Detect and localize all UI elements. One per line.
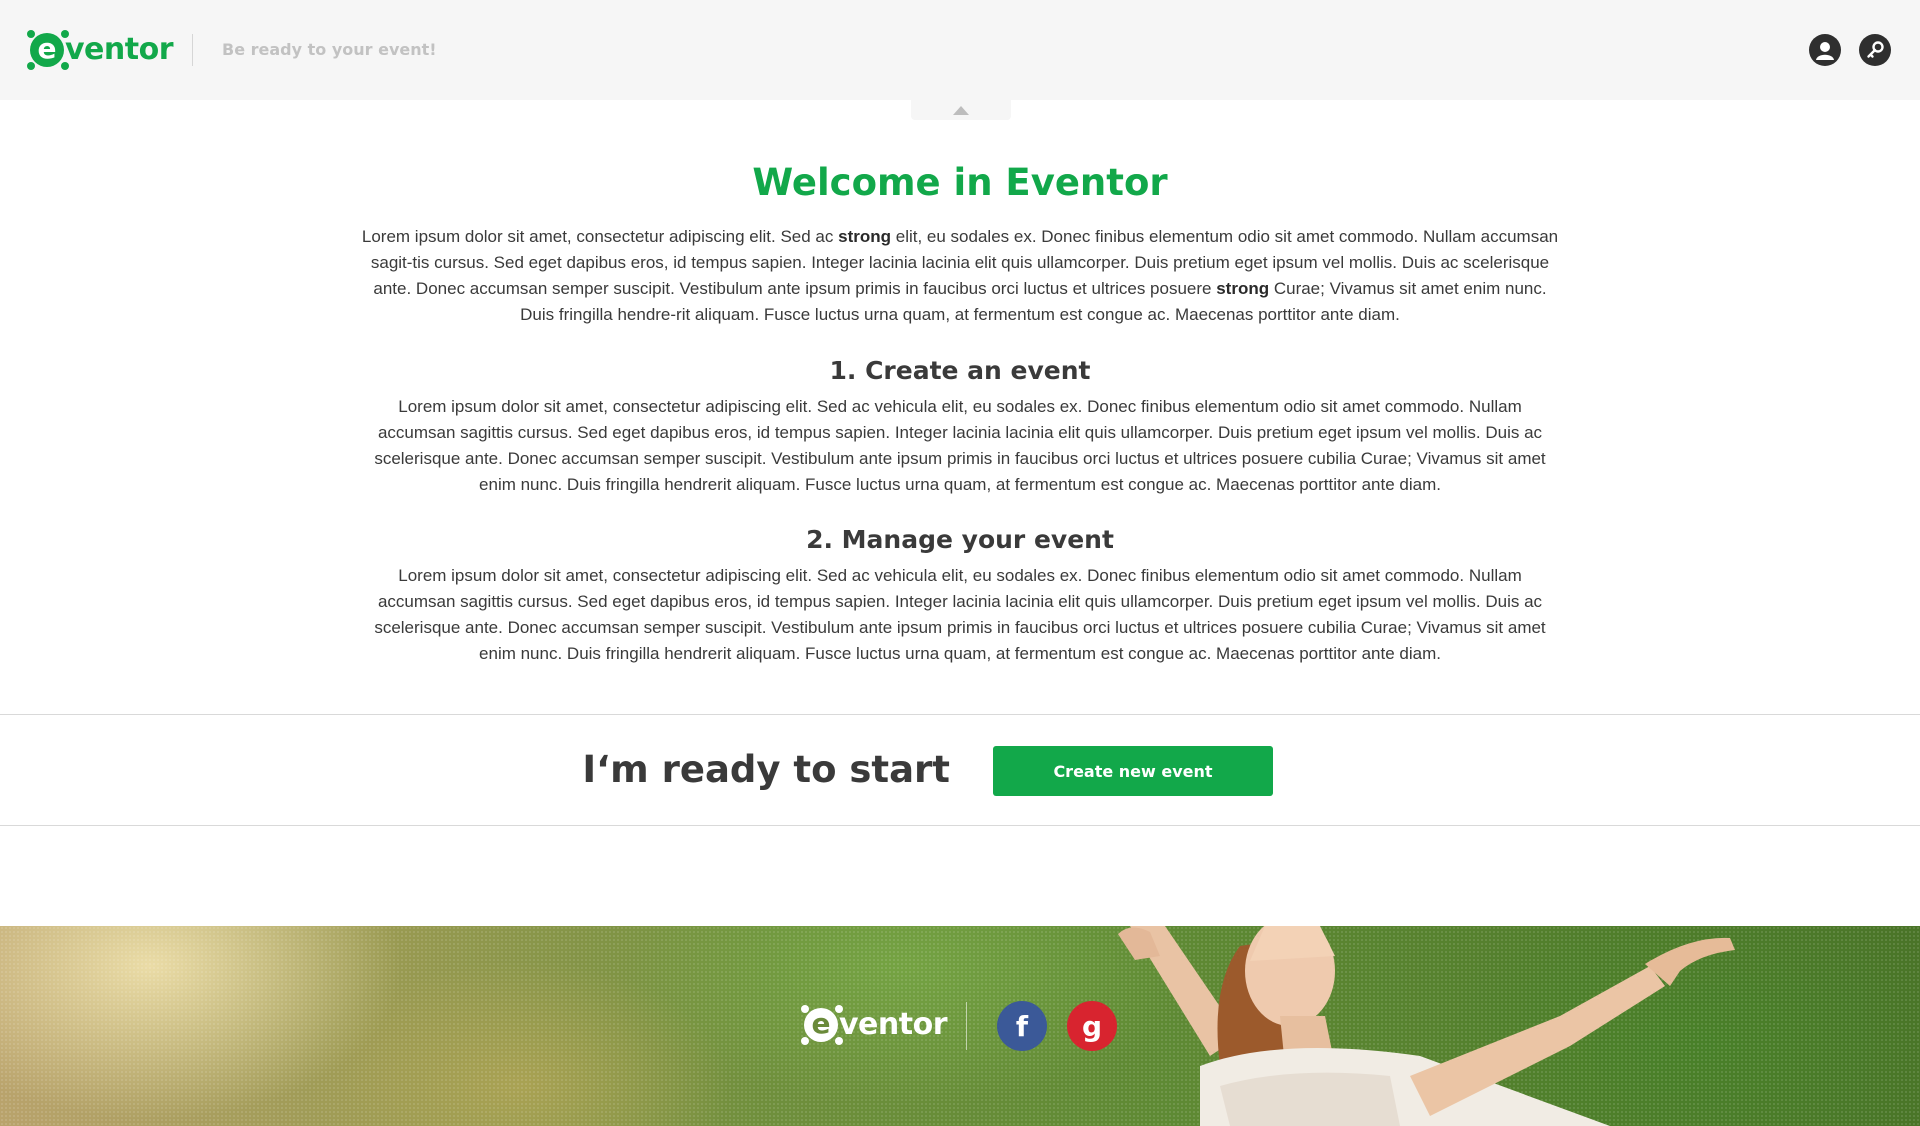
section-body-create: Lorem ipsum dolor sit amet, consectetur … (374, 397, 1546, 494)
key-icon[interactable] (1859, 34, 1891, 66)
user-icon[interactable] (1809, 34, 1841, 66)
intro-strong-1: strong (838, 227, 892, 246)
logo-wordmark: ventor (65, 32, 174, 67)
section-title-create: 1. Create an event (829, 356, 1091, 385)
eventor-logo[interactable]: e ventor (27, 30, 174, 70)
header-divider (192, 34, 193, 66)
intro-strong-2: strong (1216, 279, 1270, 298)
cta-heading: I‘m ready to start (582, 748, 950, 791)
facebook-icon[interactable]: f (997, 1001, 1047, 1051)
intro-paragraph: Lorem ipsum dolor sit amet, consectetur … (355, 224, 1565, 328)
footer-divider (966, 1002, 967, 1050)
chevron-up-icon (953, 105, 969, 115)
google-icon[interactable]: g (1067, 1001, 1117, 1051)
footer-logo-mark: e (801, 1005, 838, 1045)
footer: e ventor f g (0, 926, 1920, 1126)
intro-text-1: Lorem ipsum dolor sit amet, consectetur … (361, 227, 839, 246)
section-body-manage: Lorem ipsum dolor sit amet, consectetur … (374, 566, 1546, 663)
hero-person-photo (1118, 926, 1735, 1126)
call-to-action-band: I‘m ready to start Create new event (0, 714, 1920, 826)
section-title-manage: 2. Manage your event (806, 525, 1114, 554)
collapse-header-toggle[interactable] (911, 100, 1011, 120)
page-title: Welcome in Eventor (752, 161, 1168, 204)
footer-logo[interactable]: e ventor (801, 1005, 948, 1045)
main-content: Welcome in Eventor Lorem ipsum dolor sit… (355, 158, 1565, 692)
footer-logo-wordmark: ventor (839, 1007, 948, 1042)
tagline: Be ready to your event! (222, 40, 437, 59)
key-shape (1867, 41, 1884, 58)
user-silhouette (1816, 42, 1834, 60)
create-new-event-button[interactable]: Create new event (993, 746, 1273, 796)
top-header: e ventor Be ready to your event! (0, 0, 1920, 100)
logo-mark: e (27, 30, 64, 70)
